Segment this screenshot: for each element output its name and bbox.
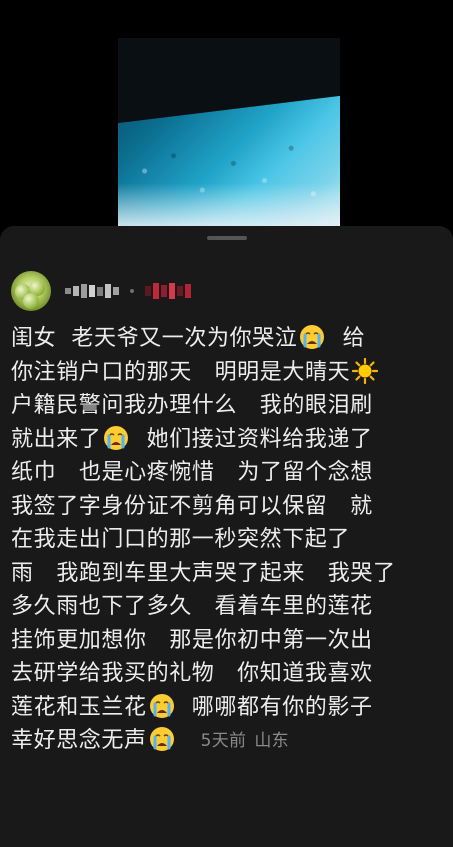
comment-panel: 闺女 老天爷又一次为你哭泣 给 你注销户口的那天 明明是大晴天 户籍民警问我办理… <box>0 226 453 847</box>
crying-face-emoji <box>300 325 325 349</box>
comment-location: 山东 <box>254 731 289 751</box>
sun-emoji <box>352 357 379 384</box>
comment-line: 你注销户口的那天 明明是大晴天 <box>11 356 447 390</box>
comment-line: 户籍民警问我办理什么 我的眼泪刷 <box>11 393 373 418</box>
comment-line: 雨 我跑到车里大声哭了起来 我哭了 <box>11 560 396 586</box>
comment-line: 幸好思念无声 5天前 山东 <box>11 724 447 759</box>
username-mosaic <box>65 284 119 298</box>
avatar[interactable] <box>11 271 51 311</box>
comment-line: 闺女 老天爷又一次为你哭泣 给 <box>11 325 366 351</box>
window-mist <box>118 183 340 228</box>
comment-line: 挂饰更加想你 那是你初中第一次出 <box>11 627 373 653</box>
tag-mosaic <box>145 283 191 299</box>
comment-line: 我签了字身份证不剪角可以保留 就 <box>11 493 373 519</box>
crying-face-emoji <box>149 693 174 718</box>
drag-handle[interactable] <box>207 236 247 240</box>
username-blurred[interactable] <box>65 283 191 299</box>
video-thumbnail[interactable] <box>118 38 340 228</box>
comment-header <box>11 270 191 312</box>
comment-line: 去研学给我买的礼物 你知道我喜欢 <box>11 661 373 686</box>
comment-text: 闺女 老天爷又一次为你哭泣 给 你注销户口的那天 明明是大晴天 户籍民警问我办理… <box>11 322 447 759</box>
comment-line: 纸巾 也是心疼惋惜 为了留个念想 <box>11 460 373 485</box>
comment-line: 在我走出门口的那一秒突然下起了 <box>11 527 351 552</box>
comment-line: 莲花和玉兰花 哪哪都有你的影子 <box>11 693 373 720</box>
crying-face-emoji <box>104 425 129 450</box>
comment-line: 多久雨也下了多久 看着车里的莲花 <box>11 594 373 619</box>
comment-meta: 5天前 山东 <box>201 725 289 759</box>
screen: 闺女 老天爷又一次为你哭泣 给 你注销户口的那天 明明是大晴天 户籍民警问我办理… <box>0 0 453 847</box>
comment-line: 就出来了 她们接过资料给我递了 <box>11 425 373 452</box>
crying-face-emoji <box>149 727 174 751</box>
comment-time: 5天前 <box>200 731 247 751</box>
separator-dot <box>130 289 134 293</box>
